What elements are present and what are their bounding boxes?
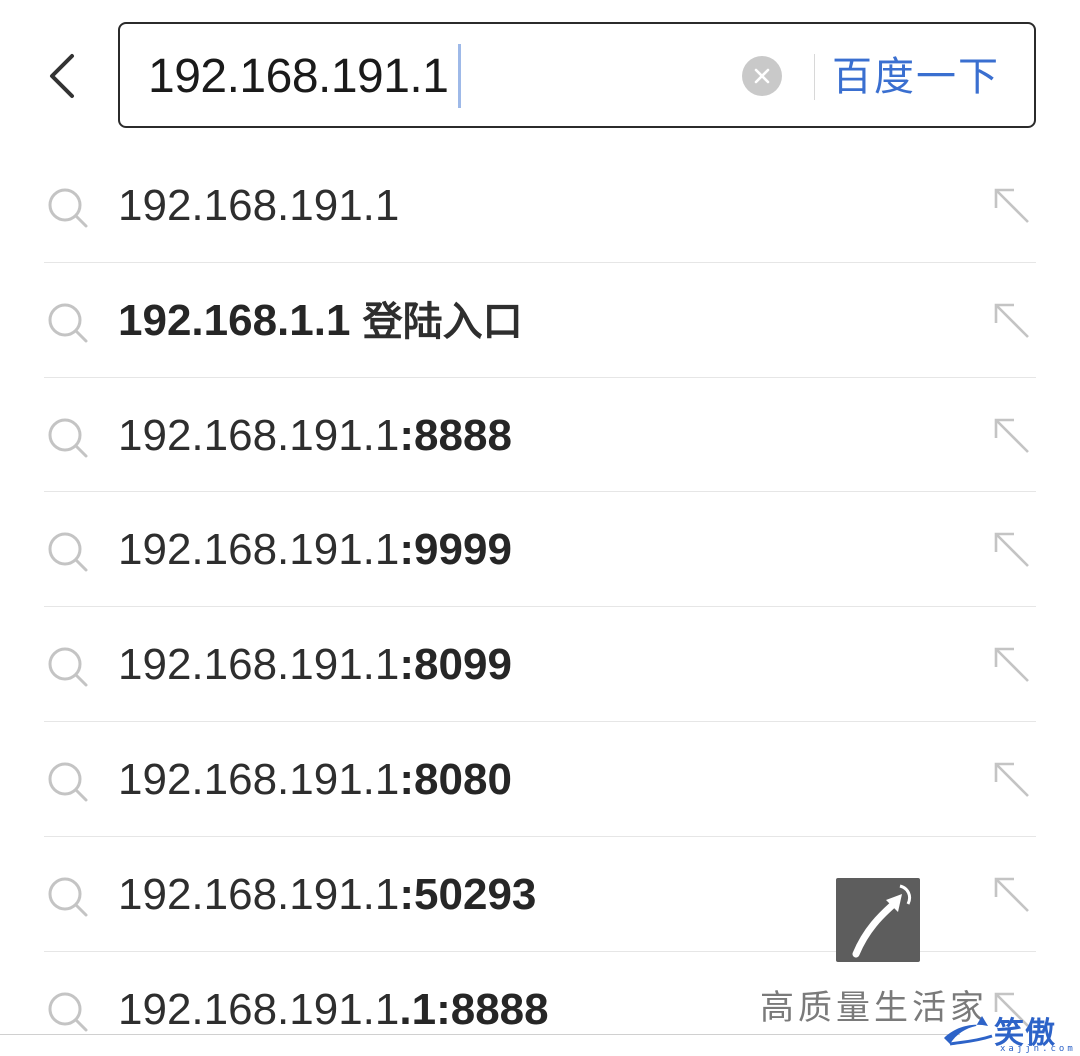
suggestion-item[interactable]: 192.168.191.1:8888 xyxy=(0,378,1080,493)
suggestion-item[interactable]: 192.168.191.1:8099 xyxy=(0,607,1080,722)
suggestion-text: 192.168.191.1.1:8888 xyxy=(118,980,549,1040)
search-icon xyxy=(48,418,88,458)
search-box: 百度一下 xyxy=(118,22,1036,128)
clear-circle-icon xyxy=(754,68,770,84)
search-icon xyxy=(48,188,88,228)
suggestion-prefix: 192.168.191.1 xyxy=(118,410,400,460)
back-button[interactable] xyxy=(38,48,86,104)
suggestion-text: 192.168.1.1 登陆入口 xyxy=(118,291,523,351)
site-domain: xajjn.com xyxy=(1000,1044,1076,1054)
suggestion-bold: :50293 xyxy=(399,869,537,919)
suggestion-prefix: 192.168.191.1 xyxy=(118,640,400,690)
search-submit-button[interactable]: 百度一下 xyxy=(832,48,1000,106)
suggestion-text: 192.168.191.1:50293 xyxy=(118,865,536,925)
suggestion-bold: .1:8888 xyxy=(399,984,549,1034)
suggestion-text: 192.168.191.1:9999 xyxy=(118,520,512,580)
text-caret xyxy=(458,44,461,108)
fill-query-arrow-icon[interactable] xyxy=(992,301,1032,341)
fill-query-arrow-icon[interactable] xyxy=(992,875,1032,915)
suggestion-bold: 192.168.1.1 xyxy=(118,295,363,345)
suggestion-prefix: 192.168.191.1 xyxy=(118,525,400,575)
suggestion-item[interactable]: 192.168.1.1 登陆入口 xyxy=(0,263,1080,378)
search-icon xyxy=(48,532,88,572)
search-icon xyxy=(48,877,88,917)
suggestion-cjk: 登陆入口 xyxy=(362,298,523,345)
search-icon xyxy=(48,647,88,687)
suggestion-bold: :8888 xyxy=(399,410,512,460)
watermark-logo xyxy=(836,878,920,962)
fill-query-arrow-icon[interactable] xyxy=(992,760,1032,800)
suggestion-text: 192.168.191.1:8080 xyxy=(118,750,512,810)
fill-query-arrow-icon[interactable] xyxy=(992,645,1032,685)
search-icon xyxy=(48,992,88,1032)
bottom-divider xyxy=(0,1034,960,1035)
suggestion-prefix: 192.168.191.1 xyxy=(118,984,400,1034)
suggestion-text: 192.168.191.1:8888 xyxy=(118,406,512,466)
suggestion-bold: :8080 xyxy=(399,754,512,804)
suggestion-bold: :8099 xyxy=(399,640,512,690)
search-divider xyxy=(814,54,815,100)
search-page: 百度一下 192.168.191.1 192.168.1.1 登陆入口 192.… xyxy=(0,0,1080,1056)
fill-query-arrow-icon[interactable] xyxy=(992,530,1032,570)
suggestion-prefix: 192.168.191.1 xyxy=(118,181,400,230)
suggestion-text: 192.168.191.1:8099 xyxy=(118,635,512,695)
fill-query-arrow-icon[interactable] xyxy=(992,416,1032,456)
rising-arrow-icon xyxy=(852,884,912,958)
suggestion-item[interactable]: 192.168.191.1:8080 xyxy=(0,722,1080,837)
search-icon xyxy=(48,762,88,802)
suggestion-prefix: 192.168.191.1 xyxy=(118,869,400,919)
suggestion-text: 192.168.191.1 xyxy=(118,176,399,236)
suggestion-item[interactable]: 192.168.191.1:9999 xyxy=(0,492,1080,608)
fill-query-arrow-icon[interactable] xyxy=(992,186,1032,226)
site-logo: 笑傲网 xajjn.com xyxy=(940,1008,1080,1056)
shark-logo-icon xyxy=(944,1016,993,1046)
chevron-left-icon xyxy=(50,54,74,98)
clear-button[interactable] xyxy=(742,56,782,96)
suggestion-prefix: 192.168.191.1 xyxy=(118,754,400,804)
search-input[interactable] xyxy=(148,46,728,106)
search-icon xyxy=(48,303,88,343)
suggestion-bold: :9999 xyxy=(399,525,512,575)
suggestion-item[interactable]: 192.168.191.1 xyxy=(0,148,1080,263)
